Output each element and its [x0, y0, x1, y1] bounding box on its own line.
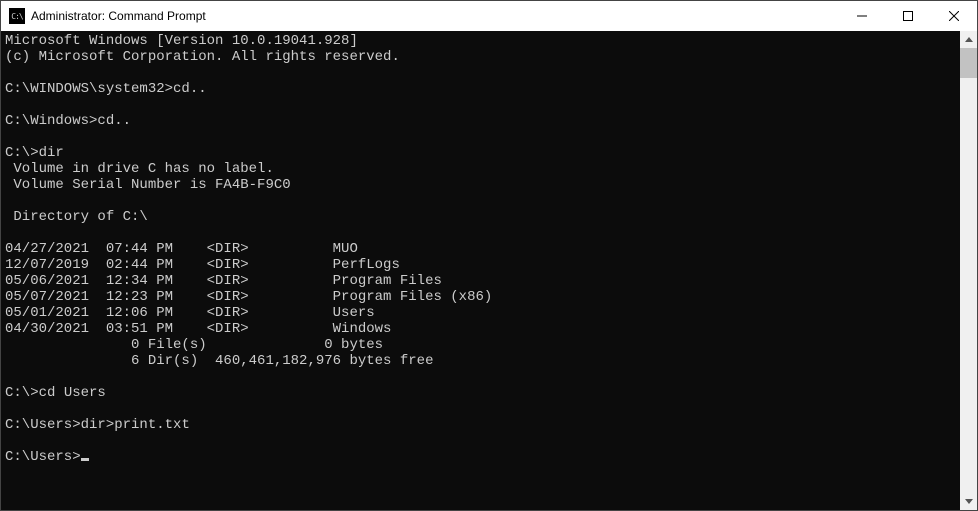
maximize-button[interactable]: [885, 1, 931, 31]
prompt: C:\Users>: [5, 417, 81, 433]
line: Volume Serial Number is FA4B-F9C0: [5, 177, 291, 193]
close-button[interactable]: [931, 1, 977, 31]
dir-row: 05/07/2021 12:23 PM <DIR> Program Files …: [5, 289, 492, 305]
dir-row: 04/30/2021 03:51 PM <DIR> Windows: [5, 321, 391, 337]
minimize-button[interactable]: [839, 1, 885, 31]
command: dir>print.txt: [81, 417, 190, 433]
command: cd..: [97, 113, 131, 129]
summary-line: 0 File(s) 0 bytes: [5, 337, 383, 353]
prompt: C:\>: [5, 145, 39, 161]
line: Volume in drive C has no label.: [5, 161, 274, 177]
titlebar[interactable]: C:\ Administrator: Command Prompt: [1, 1, 977, 31]
scroll-down-button[interactable]: [960, 493, 977, 510]
command: dir: [39, 145, 64, 161]
summary-line: 6 Dir(s) 460,461,182,976 bytes free: [5, 353, 433, 369]
dir-row: 12/07/2019 02:44 PM <DIR> PerfLogs: [5, 257, 400, 273]
prompt: C:\Windows>: [5, 113, 97, 129]
command: cd..: [173, 81, 207, 97]
window-title: Administrator: Command Prompt: [31, 9, 206, 23]
content-wrap: Microsoft Windows [Version 10.0.19041.92…: [1, 31, 977, 510]
line: Microsoft Windows [Version 10.0.19041.92…: [5, 33, 358, 49]
command-prompt-window: C:\ Administrator: Command Prompt Micros…: [0, 0, 978, 511]
dir-row: 05/06/2021 12:34 PM <DIR> Program Files: [5, 273, 442, 289]
scrollbar-track[interactable]: [960, 48, 977, 493]
terminal-output[interactable]: Microsoft Windows [Version 10.0.19041.92…: [1, 31, 960, 510]
scroll-up-button[interactable]: [960, 31, 977, 48]
cmd-icon: C:\: [9, 8, 25, 24]
line: Directory of C:\: [5, 209, 148, 225]
line: (c) Microsoft Corporation. All rights re…: [5, 49, 400, 65]
dir-row: 05/01/2021 12:06 PM <DIR> Users: [5, 305, 375, 321]
dir-row: 04/27/2021 07:44 PM <DIR> MUO: [5, 241, 358, 257]
cursor: [81, 458, 89, 461]
command: cd Users: [39, 385, 106, 401]
prompt: C:\Users>: [5, 449, 81, 465]
prompt: C:\>: [5, 385, 39, 401]
vertical-scrollbar[interactable]: [960, 31, 977, 510]
scrollbar-thumb[interactable]: [960, 48, 977, 78]
prompt: C:\WINDOWS\system32>: [5, 81, 173, 97]
